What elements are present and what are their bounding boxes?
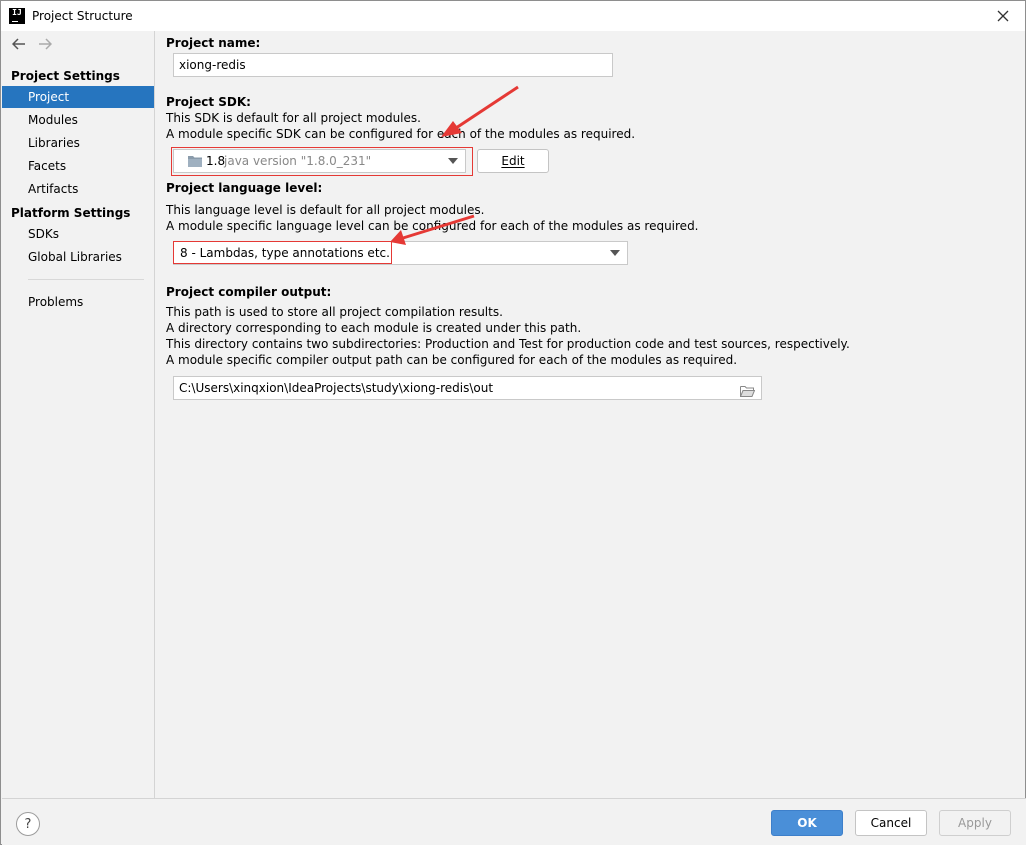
- sidebar-item-project[interactable]: Project: [2, 86, 154, 108]
- close-button[interactable]: [991, 5, 1015, 27]
- platform-settings-heading: Platform Settings: [11, 206, 131, 220]
- window-title: Project Structure: [32, 9, 133, 23]
- sidebar-item-facets[interactable]: Facets: [2, 155, 154, 177]
- back-button[interactable]: [10, 35, 28, 53]
- intellij-app-icon: IJ: [9, 8, 25, 24]
- help-button[interactable]: ?: [16, 812, 40, 836]
- arrow-right-icon: [39, 38, 52, 50]
- cancel-button[interactable]: Cancel: [855, 810, 927, 836]
- sidebar-item-artifacts[interactable]: Artifacts: [2, 178, 154, 200]
- dialog-footer: ? OK Cancel Apply: [2, 798, 1026, 845]
- sidebar-item-problems[interactable]: Problems: [2, 291, 154, 313]
- forward-button[interactable]: [36, 35, 54, 53]
- sidebar-item-global-libraries[interactable]: Global Libraries: [2, 246, 154, 268]
- sidebar-divider: [28, 279, 144, 280]
- settings-sidebar: Project Settings Project Modules Librari…: [2, 31, 155, 798]
- arrow-left-icon: [12, 38, 25, 50]
- apply-button[interactable]: Apply: [939, 810, 1011, 836]
- annotation-arrows: [390, 85, 519, 245]
- sdk-annotation-arrow: [441, 85, 519, 137]
- sidebar-item-sdks[interactable]: SDKs: [2, 223, 154, 245]
- sidebar-item-libraries[interactable]: Libraries: [2, 132, 154, 154]
- language-level-annotation-arrow: [390, 214, 475, 245]
- title-bar: IJ Project Structure: [1, 1, 1025, 31]
- close-icon: [997, 10, 1009, 22]
- nav-arrows: [10, 35, 54, 53]
- sidebar-item-modules[interactable]: Modules: [2, 109, 154, 131]
- ok-button[interactable]: OK: [771, 810, 843, 836]
- project-settings-panel: Project name: xiong-redis Project SDK: T…: [156, 31, 1025, 798]
- project-structure-dialog: IJ Project Structure Project Settings Pr…: [0, 0, 1026, 845]
- project-settings-heading: Project Settings: [11, 69, 120, 83]
